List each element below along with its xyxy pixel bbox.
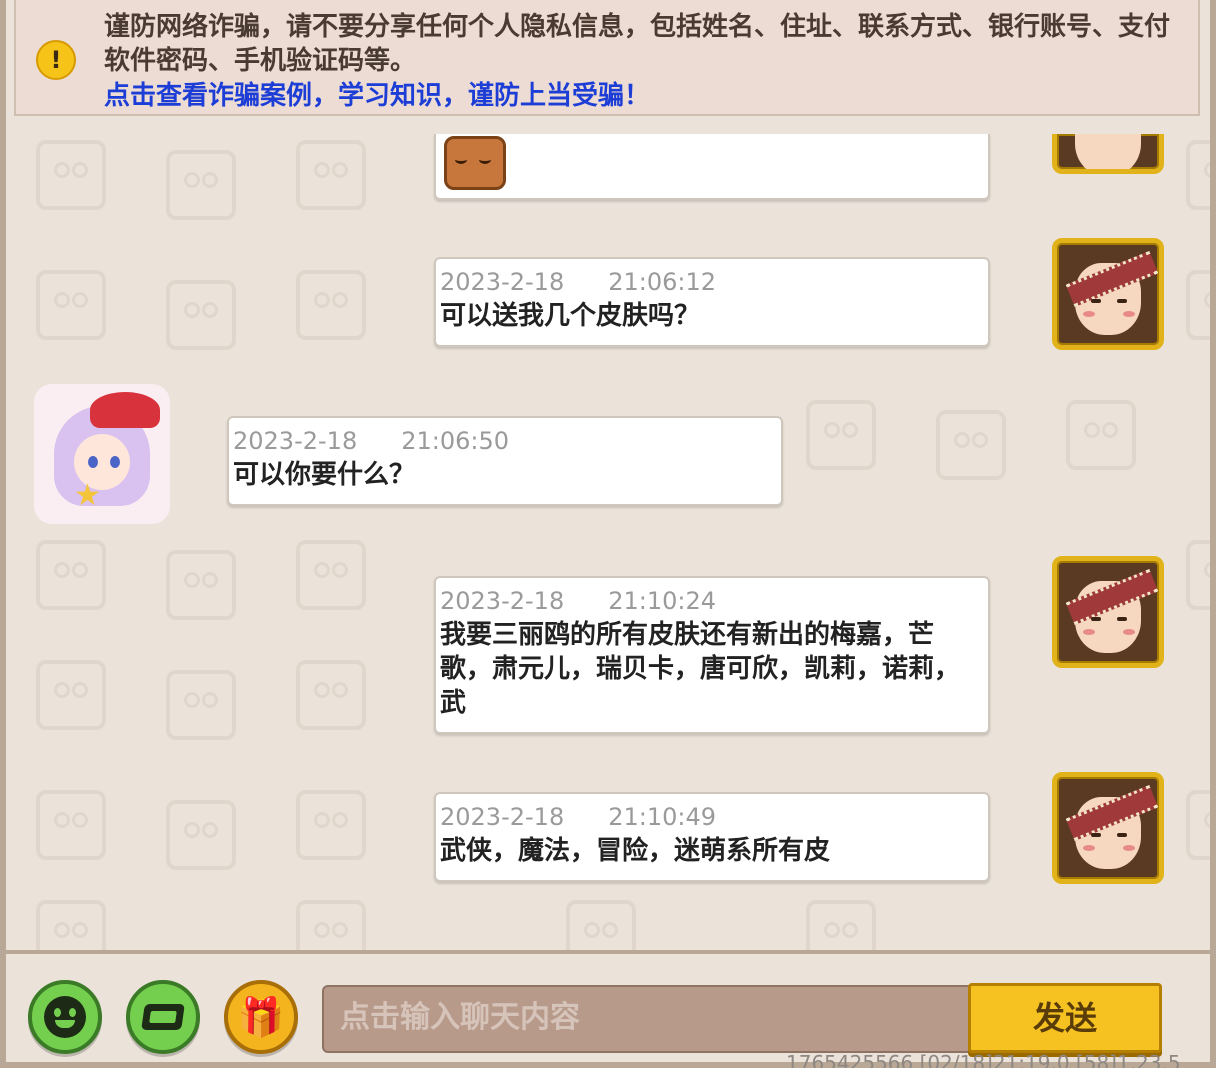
fraud-cases-link[interactable]: 点击查看诈骗案例，学习知识，谨防上当受骗！ (104, 80, 650, 112)
pattern-tile (806, 400, 876, 470)
message-meta: 2023-2-18 21:10:24 (440, 587, 717, 615)
footer-info: 1765425566 [02/18]21:19.0 [58]1.23.5 (786, 1052, 1181, 1068)
card-button[interactable] (126, 980, 200, 1054)
my-avatar[interactable] (1052, 556, 1164, 668)
message-meta: 2023-2-18 21:10:49 (440, 803, 717, 831)
pattern-tile (166, 150, 236, 220)
pattern-tile (36, 270, 106, 340)
friend-avatar[interactable]: ★ (34, 384, 170, 524)
gift-icon: 🎁 (237, 995, 285, 1039)
send-button[interactable]: 发送 (968, 983, 1162, 1053)
emoji-icon (44, 996, 86, 1038)
message-meta: 2023-2-18 21:06:50 (233, 427, 510, 455)
pattern-tile (296, 900, 366, 950)
pattern-tile (566, 900, 636, 950)
pattern-tile (806, 900, 876, 950)
message-text: 武侠，魔法，冒险，迷萌系所有皮 (440, 836, 831, 866)
my-avatar[interactable] (1052, 772, 1164, 884)
message-bubble-sticker[interactable] (434, 134, 990, 200)
pattern-tile (36, 790, 106, 860)
chat-input[interactable]: 点击输入聊天内容 (322, 985, 982, 1053)
message-meta: 2023-2-18 21:06:12 (440, 268, 717, 296)
fraud-warning-banner: ! 谨防网络诈骗，请不要分享任何个人隐私信息，包括姓名、住址、联系方式、银行账号… (14, 0, 1200, 116)
pattern-tile (36, 540, 106, 610)
pattern-tile (1186, 540, 1210, 610)
pattern-tile (166, 550, 236, 620)
pattern-tile (36, 660, 106, 730)
exclamation-icon: ! (36, 40, 76, 80)
pattern-tile (936, 410, 1006, 480)
card-icon (141, 1004, 185, 1030)
pattern-tile (296, 660, 366, 730)
message-text: 可以送我几个皮肤吗？ (440, 301, 701, 331)
gift-button[interactable]: 🎁 (224, 980, 298, 1054)
pattern-tile (1066, 400, 1136, 470)
pattern-tile (166, 280, 236, 350)
pattern-tile (296, 540, 366, 610)
warning-text: 谨防网络诈骗，请不要分享任何个人隐私信息，包括姓名、住址、联系方式、银行账号、支… (104, 12, 1171, 76)
message-bubble[interactable]: 2023-2-18 21:06:12 可以送我几个皮肤吗？ (434, 257, 990, 347)
pattern-tile (296, 140, 366, 210)
pattern-tile (1186, 270, 1210, 340)
my-avatar[interactable] (1052, 238, 1164, 350)
message-text: 我要三丽鸥的所有皮肤还有新出的梅嘉，芒歌，肃元儿，瑞贝卡，唐可欣，凯莉，诺莉，武 (440, 620, 961, 718)
my-avatar[interactable] (1052, 134, 1164, 174)
pattern-tile (36, 900, 106, 950)
pattern-tile (296, 270, 366, 340)
pattern-tile (166, 670, 236, 740)
pattern-tile (1186, 790, 1210, 860)
pattern-tile (1186, 140, 1210, 210)
pattern-tile (296, 790, 366, 860)
message-bubble[interactable]: 2023-2-18 21:06:50 可以你要什么？ (227, 416, 783, 506)
pattern-tile (166, 800, 236, 870)
emoji-button[interactable] (28, 980, 102, 1054)
message-bubble[interactable]: 2023-2-18 21:10:24 我要三丽鸥的所有皮肤还有新出的梅嘉，芒歌，肃… (434, 576, 990, 734)
message-text: 可以你要什么？ (233, 460, 416, 490)
bear-sticker-icon (444, 136, 506, 190)
pattern-tile (36, 140, 106, 210)
message-bubble[interactable]: 2023-2-18 21:10:49 武侠，魔法，冒险，迷萌系所有皮 (434, 792, 990, 882)
